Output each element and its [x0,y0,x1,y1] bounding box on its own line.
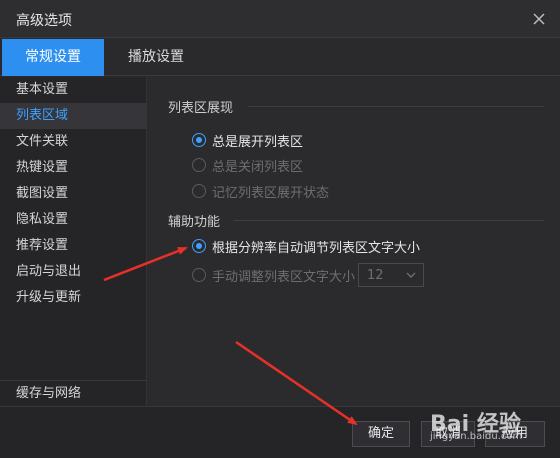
tab-playback-settings[interactable]: 播放设置 [106,39,206,76]
sidebar-item-privacy[interactable]: 隐私设置 [0,207,147,233]
sidebar: 基本设置 列表区域 文件关联 热键设置 截图设置 隐私设置 推荐设置 启动与退出… [0,77,147,406]
radio-button[interactable] [192,239,206,253]
font-size-value: 12 [367,267,384,283]
apply-button[interactable]: 应用 [485,421,545,447]
radio-remember-state[interactable]: 记忆列表区展开状态 [192,181,329,201]
tab-bar: 常规设置 播放设置 [0,39,560,76]
radio-button[interactable] [192,268,206,282]
radio-manual-font-size[interactable]: 手动调整列表区文字大小 [192,265,355,285]
footer-bar: 确定 取消 应用 [0,406,560,458]
sidebar-item-hotkeys[interactable]: 热键设置 [0,155,147,181]
sidebar-item-screenshot[interactable]: 截图设置 [0,181,147,207]
ok-button[interactable]: 确定 [352,421,410,447]
section-title-assist: 辅助功能 [168,215,221,230]
close-icon[interactable] [528,8,550,30]
sidebar-item-update[interactable]: 升级与更新 [0,285,147,311]
settings-panel: 列表区展现 总是展开列表区 总是关闭列表区 记忆列表区展开状态 辅助功能 根据分… [148,77,560,406]
section-divider [234,220,544,221]
section-divider [248,106,544,107]
tab-general-settings[interactable]: 常规设置 [2,39,104,76]
cancel-button[interactable]: 取消 [421,421,475,447]
radio-always-collapse[interactable]: 总是关闭列表区 [192,155,303,175]
radio-label: 手动调整列表区文字大小 [212,269,356,285]
chevron-down-icon [406,272,416,278]
radio-label: 总是展开列表区 [212,134,304,150]
sidebar-item-basic[interactable]: 基本设置 [0,77,147,103]
sidebar-item-cache-network[interactable]: 缓存与网络 [0,380,147,406]
sidebar-item-file-association[interactable]: 文件关联 [0,129,147,155]
font-size-select[interactable]: 12 [358,263,424,287]
section-title-list-display: 列表区展现 [168,101,234,116]
radio-label: 总是关闭列表区 [212,159,304,175]
radio-auto-font-size[interactable]: 根据分辨率自动调节列表区文字大小 [192,236,420,256]
window-title: 高级选项 [16,13,72,29]
radio-label: 记忆列表区展开状态 [212,185,330,201]
sidebar-item-startup-exit[interactable]: 启动与退出 [0,259,147,285]
title-bar: 高级选项 [0,0,560,38]
radio-label: 根据分辨率自动调节列表区文字大小 [212,240,421,256]
radio-always-expand[interactable]: 总是展开列表区 [192,130,303,150]
radio-button[interactable] [192,158,206,172]
sidebar-item-recommend[interactable]: 推荐设置 [0,233,147,259]
radio-button[interactable] [192,133,206,147]
radio-button[interactable] [192,184,206,198]
sidebar-item-list-area[interactable]: 列表区域 [0,103,147,129]
